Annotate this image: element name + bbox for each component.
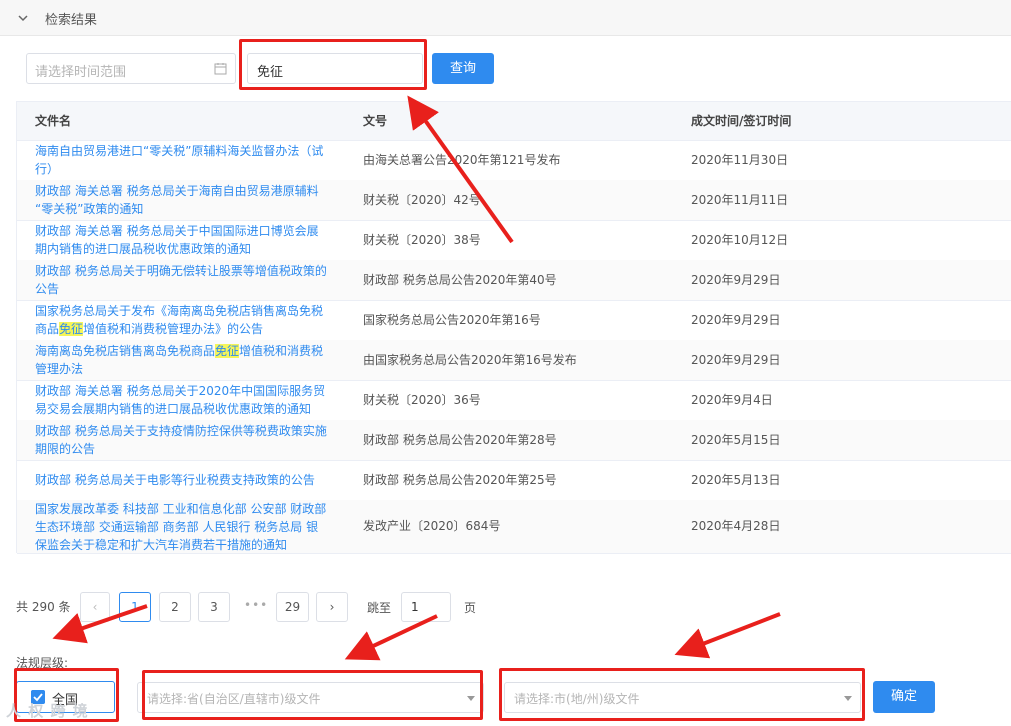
watermark: 人 权 跨 境 bbox=[6, 702, 89, 720]
annotation-arrow bbox=[674, 612, 781, 659]
annotation-arrows bbox=[52, 95, 781, 661]
annotation-arrow bbox=[52, 604, 148, 644]
annotation-arrow bbox=[407, 95, 514, 244]
annotation-arrow bbox=[344, 614, 438, 661]
